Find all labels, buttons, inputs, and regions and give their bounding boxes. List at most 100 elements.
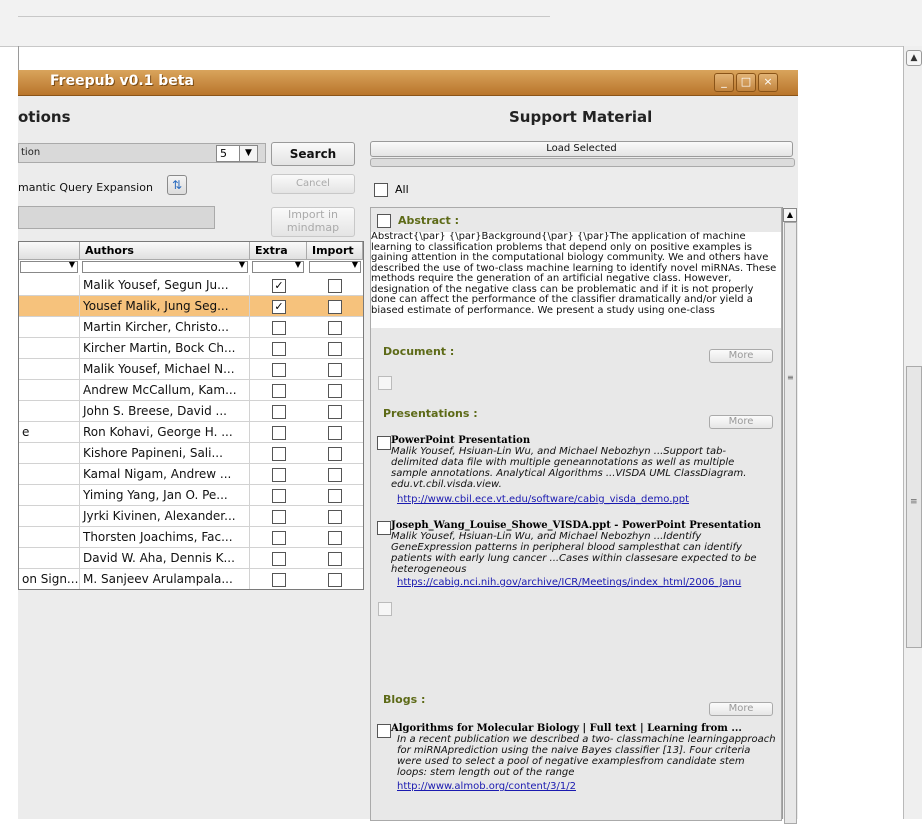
import-checkbox[interactable] <box>328 447 342 461</box>
close-button[interactable]: × <box>758 73 778 92</box>
extra-checkbox[interactable] <box>272 321 286 335</box>
title-cell <box>19 464 80 485</box>
title-bar[interactable]: Freepub v0.1 beta _ □ × <box>18 70 798 96</box>
abstract-checkbox[interactable] <box>377 214 391 228</box>
presentation-checkbox[interactable] <box>377 521 391 535</box>
title-filter[interactable]: ▼ <box>20 260 78 273</box>
presentation-checkbox[interactable] <box>378 602 392 616</box>
blog-checkbox[interactable] <box>377 724 391 738</box>
outer-scroll-thumb[interactable]: ≡ <box>906 366 922 648</box>
import-checkbox[interactable] <box>328 405 342 419</box>
minimize-button[interactable]: _ <box>714 73 734 92</box>
authors-cell: Kircher Martin, Bock Ch... <box>80 338 250 359</box>
grip-icon: ≡ <box>910 497 918 507</box>
extra-checkbox[interactable] <box>272 468 286 482</box>
authors-column-header[interactable]: Authors <box>80 242 250 260</box>
import-mindmap-button[interactable]: Import in mindmap <box>271 207 355 237</box>
title-cell: on Sign... <box>19 569 80 589</box>
blog-link[interactable]: http://www.almob.org/content/3/1/2 <box>397 781 576 792</box>
title-cell <box>19 401 80 422</box>
support-material-header: Support Material <box>509 108 653 126</box>
import-checkbox[interactable] <box>328 300 342 314</box>
table-row[interactable]: on Sign... M. Sanjeev Arulampala... <box>19 569 363 589</box>
filter-input[interactable] <box>18 206 215 229</box>
import-checkbox[interactable] <box>328 279 342 293</box>
dropdown-arrow-icon: ▼ <box>294 260 301 269</box>
import-checkbox[interactable] <box>328 321 342 335</box>
cancel-button[interactable]: Cancel <box>271 174 355 194</box>
presentation-link[interactable]: http://www.cbil.ece.vt.edu/software/cabi… <box>397 494 689 505</box>
import-checkbox[interactable] <box>328 489 342 503</box>
import-filter[interactable]: ▼ <box>309 260 361 273</box>
extra-checkbox[interactable] <box>272 363 286 377</box>
extra-checkbox[interactable] <box>272 384 286 398</box>
refresh-icon[interactable]: ⇅ <box>167 175 187 195</box>
authors-cell: M. Sanjeev Arulampala... <box>80 569 250 589</box>
table-row[interactable]: Jyrki Kivinen, Alexander... <box>19 506 363 527</box>
authors-filter[interactable]: ▼ <box>82 260 248 273</box>
extra-checkbox[interactable] <box>272 405 286 419</box>
presentation-link[interactable]: https://cabig.nci.nih.gov/archive/ICR/Me… <box>397 577 775 588</box>
presentations-more-button[interactable]: More <box>709 415 773 429</box>
load-selected-button[interactable]: Load Selected <box>370 141 793 157</box>
table-row[interactable]: David W. Aha, Dennis K... <box>19 548 363 569</box>
import-checkbox[interactable] <box>328 468 342 482</box>
blog-desc: In a recent publication we described a t… <box>397 734 776 778</box>
extra-checkbox[interactable] <box>272 510 286 524</box>
import-checkbox[interactable] <box>328 510 342 524</box>
table-row[interactable]: Malik Yousef, Segun Ju... ✓ <box>19 275 363 296</box>
top-divider <box>18 16 550 17</box>
extra-checkbox[interactable] <box>272 447 286 461</box>
table-row[interactable]: Kishore Papineni, Sali... <box>19 443 363 464</box>
document-checkbox[interactable] <box>378 376 392 390</box>
search-button[interactable]: Search <box>271 142 355 166</box>
extra-checkbox[interactable] <box>272 342 286 356</box>
extra-checkbox[interactable] <box>272 489 286 503</box>
import-checkbox[interactable] <box>328 342 342 356</box>
support-scrollbar[interactable]: ▲ ≡ <box>782 207 797 824</box>
authors-cell: Kishore Papineni, Sali... <box>80 443 250 464</box>
table-row[interactable]: Kamal Nigam, Andrew ... <box>19 464 363 485</box>
extra-column-header[interactable]: Extra <box>250 242 307 260</box>
progress-bar <box>370 158 795 167</box>
extra-checkbox[interactable]: ✓ <box>272 300 286 314</box>
extra-checkbox[interactable] <box>272 552 286 566</box>
table-row[interactable]: e Ron Kohavi, George H. ... <box>19 422 363 443</box>
document-label: Document : <box>383 345 455 358</box>
table-row[interactable]: John S. Breese, David ... <box>19 401 363 422</box>
extra-checkbox[interactable] <box>272 426 286 440</box>
import-checkbox[interactable] <box>328 384 342 398</box>
maximize-button[interactable]: □ <box>736 73 756 92</box>
extra-filter[interactable]: ▼ <box>252 260 304 273</box>
import-checkbox[interactable] <box>328 531 342 545</box>
import-checkbox[interactable] <box>328 573 342 587</box>
import-checkbox[interactable] <box>328 426 342 440</box>
scroll-up-icon[interactable]: ▲ <box>783 208 797 222</box>
extra-checkbox[interactable] <box>272 573 286 587</box>
title-cell <box>19 443 80 464</box>
table-row[interactable]: Yousef Malik, Jung Seg... ✓ <box>19 296 363 317</box>
scroll-up-icon[interactable]: ▲ <box>906 50 922 66</box>
presentation-checkbox[interactable] <box>377 436 391 450</box>
result-count-field[interactable]: 5 <box>216 145 241 162</box>
table-row[interactable]: Yiming Yang, Jan O. Pe... <box>19 485 363 506</box>
document-more-button[interactable]: More <box>709 349 773 363</box>
table-row[interactable]: Kircher Martin, Bock Ch... <box>19 338 363 359</box>
import-checkbox[interactable] <box>328 363 342 377</box>
import-checkbox[interactable] <box>328 552 342 566</box>
extra-checkbox[interactable] <box>272 531 286 545</box>
table-row[interactable]: Thorsten Joachims, Fac... <box>19 527 363 548</box>
all-checkbox[interactable] <box>374 183 388 197</box>
table-row[interactable]: Martin Kircher, Christo... <box>19 317 363 338</box>
table-row[interactable]: Malik Yousef, Michael N... <box>19 359 363 380</box>
outer-scrollbar[interactable]: ▲ ≡ <box>903 46 922 819</box>
title-cell: e <box>19 422 80 443</box>
import-column-header[interactable]: Import <box>307 242 363 260</box>
support-scroll-thumb[interactable]: ≡ <box>784 222 797 824</box>
extra-checkbox[interactable]: ✓ <box>272 279 286 293</box>
table-row[interactable]: Andrew McCallum, Kam... <box>19 380 363 401</box>
title-column-header[interactable] <box>19 242 80 260</box>
dropdown-arrow-icon[interactable]: ▼ <box>239 145 258 162</box>
blogs-more-button[interactable]: More <box>709 702 773 716</box>
support-panel: Abstract : Abstract{\par} {\par}Backgrou… <box>370 207 782 821</box>
